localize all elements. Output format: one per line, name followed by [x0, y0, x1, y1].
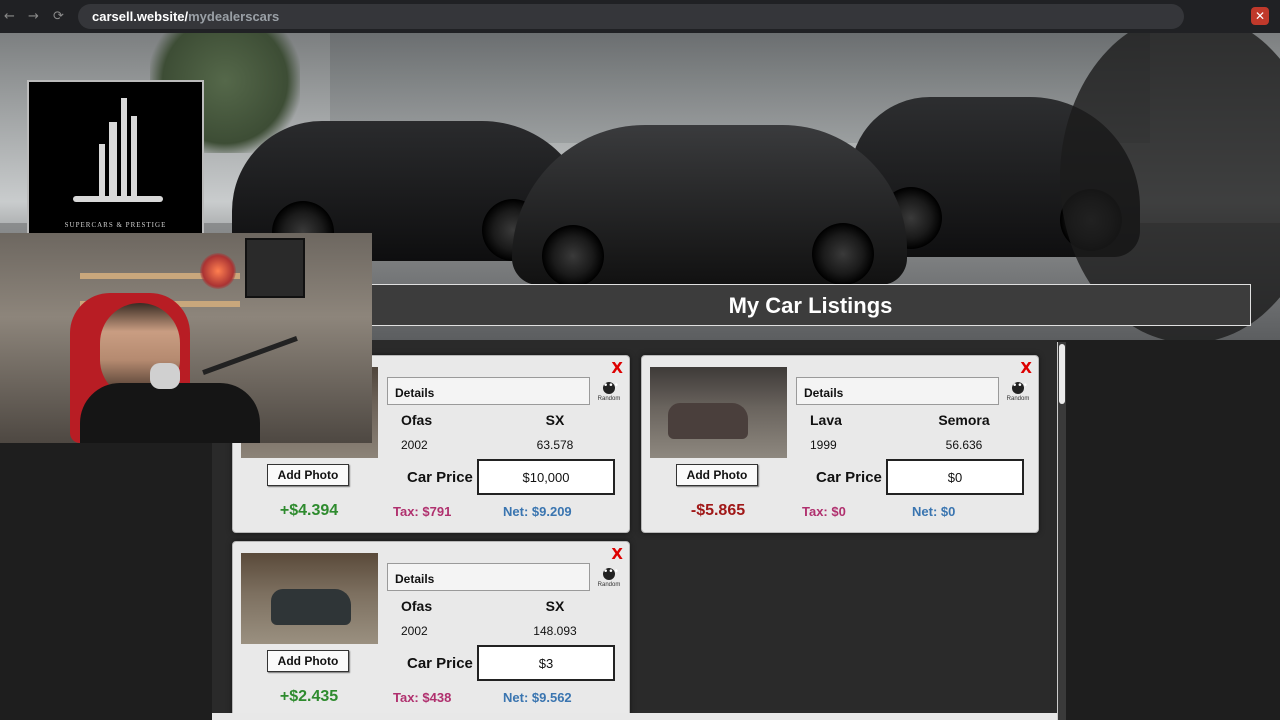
car-model: SX: [545, 412, 565, 428]
random-button[interactable]: ••• Random: [1003, 382, 1033, 403]
net-value: Net: $9.562: [503, 690, 572, 705]
tax-value: Tax: $438: [393, 690, 452, 705]
browser-toolbar: ← → ⟳ carsell.website/mydealerscars ✕: [0, 0, 1280, 33]
reload-icon[interactable]: ⟳: [53, 9, 64, 24]
dealer-logo: SUPERCARS & PRESTIGE: [27, 80, 204, 240]
random-icon: •••: [1012, 382, 1028, 394]
random-label: Random: [1006, 396, 1030, 402]
car-mileage: 63.578: [536, 438, 574, 452]
logo-text: SUPERCARS & PRESTIGE: [64, 221, 167, 229]
add-photo-button[interactable]: Add Photo: [267, 650, 349, 672]
car-model: Semora: [938, 412, 990, 428]
add-photo-button[interactable]: Add Photo: [267, 464, 349, 486]
profit-value: +$2.435: [279, 688, 339, 705]
profit-value: -$5.865: [690, 502, 746, 519]
car-year: 1999: [810, 438, 837, 452]
details-field[interactable]: Details: [387, 563, 590, 591]
url-host-text: carsell.website/mydealerscars: [92, 9, 279, 24]
net-value: Net: $9.209: [503, 504, 572, 519]
car-price-input[interactable]: [477, 459, 615, 495]
car-make: Lava: [810, 412, 842, 428]
remove-listing-button[interactable]: X: [611, 545, 623, 563]
listings-scrollbar[interactable]: [1057, 342, 1066, 720]
car-make: Ofas: [401, 412, 433, 428]
details-field[interactable]: Details: [387, 377, 590, 405]
random-icon: •••: [603, 568, 619, 580]
car-photo: [650, 367, 787, 458]
profit-value: +$4.394: [279, 502, 339, 519]
tax-value: Tax: $791: [393, 504, 452, 519]
address-bar[interactable]: carsell.website/mydealerscars: [78, 4, 1184, 29]
car-photo: [241, 553, 378, 644]
car-price-label: Car Price: [407, 655, 473, 672]
next-row-edge: [212, 713, 1057, 720]
remove-listing-button[interactable]: X: [1020, 359, 1032, 377]
random-button[interactable]: ••• Random: [594, 382, 624, 403]
net-value: Net: $0: [912, 504, 956, 519]
listing-card-3: X Details ••• Random Ofas SX 2002 148.09…: [232, 541, 630, 719]
car-year: 2002: [401, 438, 428, 452]
car-price-label: Car Price: [816, 469, 882, 486]
webcam-overlay: [0, 233, 372, 443]
close-window-icon[interactable]: ✕: [1251, 7, 1269, 25]
random-label: Random: [597, 396, 621, 402]
car-price-label: Car Price: [407, 469, 473, 486]
car-price-input[interactable]: [886, 459, 1024, 495]
car-year: 2002: [401, 624, 428, 638]
random-button[interactable]: ••• Random: [594, 568, 624, 589]
page-title: My Car Listings: [370, 284, 1251, 326]
random-label: Random: [597, 582, 621, 588]
tax-value: Tax: $0: [802, 504, 846, 519]
car-mileage: 148.093: [533, 624, 577, 638]
url-path: mydealerscars: [188, 9, 280, 24]
forward-arrow-icon[interactable]: →: [28, 9, 39, 24]
scrollbar-thumb[interactable]: [1059, 344, 1065, 404]
hero-car-center: [512, 125, 907, 287]
details-field[interactable]: Details: [796, 377, 999, 405]
car-price-input[interactable]: [477, 645, 615, 681]
remove-listing-button[interactable]: X: [611, 359, 623, 377]
add-photo-button[interactable]: Add Photo: [676, 464, 758, 486]
car-mileage: 56.636: [945, 438, 983, 452]
car-model: SX: [545, 598, 565, 614]
random-icon: •••: [603, 382, 619, 394]
listing-card-2: X Details ••• Random Lava Semora 1999 56…: [641, 355, 1039, 533]
url-host: carsell.website/: [92, 9, 189, 24]
back-arrow-icon[interactable]: ←: [4, 9, 15, 24]
car-make: Ofas: [401, 598, 433, 614]
